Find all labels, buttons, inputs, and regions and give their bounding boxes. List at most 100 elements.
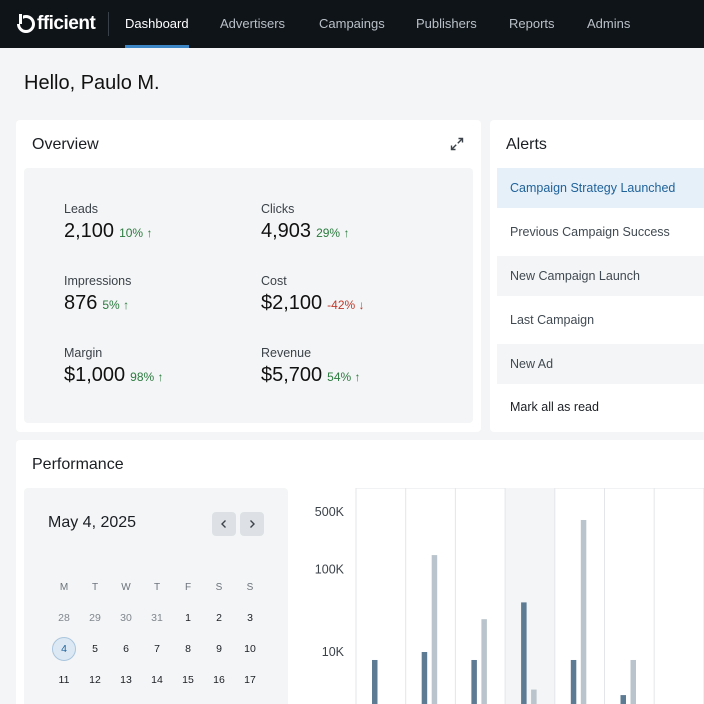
calendar-day[interactable]: 14 [145,668,169,692]
calendar-day[interactable]: 17 [238,668,262,692]
nav-item-dashboard[interactable]: Dashboard [125,0,189,48]
calendar-day[interactable]: 3 [238,606,262,630]
nav-item-campaings[interactable]: Campaings [319,0,385,48]
metrics-panel: Leads 2,100 10% ↑ Clicks 4,903 29% ↑ Impre… [24,168,473,423]
calendar-day[interactable]: 10 [238,637,262,661]
alert-item[interactable]: New Ad [497,344,704,384]
nav-item-advertisers[interactable]: Advertisers [220,0,285,48]
logo[interactable]: fficient [16,12,96,36]
nav-item-label: Reports [509,16,555,31]
calendar-day[interactable]: 12 [83,668,107,692]
bar[interactable] [630,659,637,704]
calendar-day[interactable]: 11 [52,668,76,692]
chart-svg: 500K 100K 10K [315,487,704,704]
performance-chart: 500K 100K 10K [296,487,704,704]
nav-item-admins[interactable]: Admins [587,0,630,48]
metric-cost: Cost $2,100 -42% ↓ [261,274,365,315]
highlighted-column [505,488,555,704]
calendar-day[interactable]: 31 [145,606,169,630]
weekday-label: F [184,582,192,593]
weekday-label: T [91,582,99,593]
metric-label: Clicks [261,202,295,216]
calendar-day[interactable]: 7 [145,637,169,661]
calendar-day[interactable]: 28 [52,606,76,630]
metric-value: $1,000 [64,364,126,386]
brand-name: fficient [37,13,96,34]
metric-label: Cost [261,274,287,288]
weekday-label: S [246,582,254,593]
metric-label: Impressions [64,274,132,288]
calendar-day[interactable]: 9 [207,637,231,661]
metric-impressions: Impressions 876 5% ↑ [64,274,131,315]
expand-icon[interactable] [449,136,465,152]
nav-item-publishers[interactable]: Publishers [416,0,477,48]
nav-item-label: Advertisers [220,16,286,31]
performance-card: Performance May 4, 2025 M T W T F S S 28 29 30 31 1… [16,440,704,704]
weekday-label: W [121,582,131,593]
greeting: Hello, Paulo M. [24,72,160,94]
metric-change: 5% ↑ [102,298,130,312]
alert-item[interactable]: Previous Campaign Success [497,212,704,252]
bar[interactable] [620,695,627,704]
weekday-label: S [215,582,223,593]
metric-clicks: Clicks 4,903 29% ↑ [261,202,349,243]
calendar-day[interactable]: 5 [83,637,107,661]
calendar-day[interactable]: 1 [176,606,200,630]
performance-title: Performance [32,456,124,473]
bar[interactable] [481,619,487,704]
calendar-day[interactable]: 29 [83,606,107,630]
calendar-day[interactable]: 13 [114,668,138,692]
metric-value: $2,100 [261,292,323,314]
top-navigation: fficient Dashboard Advertisers Campaings… [0,0,704,48]
arrow-up-icon: ↑ [123,298,130,312]
calendar-day[interactable]: 8 [176,637,200,661]
metric-label: Margin [64,346,103,360]
overview-card: Overview Leads 2,100 10% ↑ Clicks 4,903 29… [16,120,481,432]
bar[interactable] [431,555,438,704]
arrow-up-icon: ↑ [354,370,361,384]
calendar-day[interactable]: 2 [207,606,231,630]
bar[interactable] [580,519,587,704]
metric-revenue: Revenue $5,700 54% ↑ [261,346,361,387]
metric-value: 4,903 [261,220,312,242]
alert-item[interactable]: Campaign Strategy Launched [497,168,704,208]
alert-item[interactable]: Last Campaign [497,300,704,340]
calendar-title: May 4, 2025 [48,514,137,531]
nav-item-label: Campaings [319,16,385,31]
bar[interactable] [421,652,428,704]
bar[interactable] [521,602,527,704]
active-tab-indicator [125,45,189,48]
nav-item-label: Publishers [416,16,477,31]
alert-item[interactable]: New Campaign Launch [497,256,704,296]
bar[interactable] [531,689,537,704]
mark-all-read-link[interactable]: Mark all as read [510,400,599,414]
weekday-label: M [59,582,69,593]
y-tick-label: 500K [315,505,345,519]
nav-item-reports[interactable]: Reports [509,0,555,48]
metric-change: -42% ↓ [327,298,365,312]
logo-mark-icon [16,14,35,33]
calendar-day[interactable]: 6 [114,637,138,661]
bar[interactable] [570,659,577,704]
next-month-button[interactable] [240,512,264,536]
metric-label: Leads [64,202,99,216]
metric-value: 876 [64,292,98,314]
metric-change: 98% ↑ [130,370,164,384]
calendar-day[interactable]: 15 [176,668,200,692]
nav-item-label: Dashboard [125,16,189,31]
metric-value: $5,700 [261,364,323,386]
bar[interactable] [471,659,477,704]
metric-change: 29% ↑ [316,226,350,240]
calendar-day[interactable]: 16 [207,668,231,692]
chevron-left-icon [221,520,226,528]
calendar-day[interactable]: 4 [52,637,76,661]
nav-divider [108,12,109,36]
y-tick-label: 10K [322,645,345,659]
chevron-right-icon [250,520,255,528]
prev-month-button[interactable] [212,512,236,536]
calendar: May 4, 2025 M T W T F S S 28 29 30 31 1 2 3 4 5 6 7 8 9 10 11… [24,488,288,704]
y-tick-label: 100K [315,563,345,577]
arrow-up-icon: ↑ [343,226,350,240]
calendar-day[interactable]: 30 [114,606,138,630]
bar[interactable] [372,659,378,704]
